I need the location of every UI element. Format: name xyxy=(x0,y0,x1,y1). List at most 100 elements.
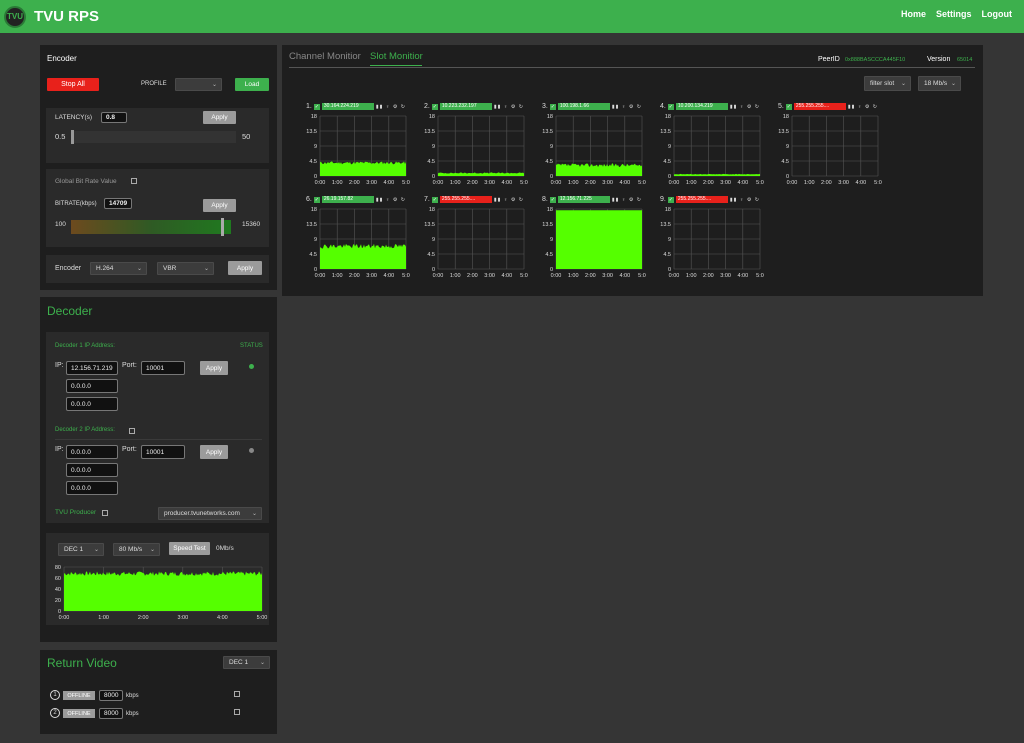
decoder2-label: Decoder 2 IP Address: xyxy=(55,427,115,433)
bitrate-apply-button[interactable]: Apply xyxy=(203,199,236,212)
speed-dec-select[interactable]: DEC 1 ⌄ xyxy=(58,543,104,556)
producer-select[interactable]: producer.tvunetworks.com ⌄ xyxy=(158,507,262,520)
return-dec-select[interactable]: DEC 1 ⌄ xyxy=(223,656,270,669)
slot-7: 7. ✓ 255.255.255.... ▮▮ ♀ ⚙ ↻ 18 13.5 9 4.5 0 0:0… xyxy=(424,195,528,285)
latency-slider-handle[interactable] xyxy=(71,130,74,144)
chevron-down-icon: ⌄ xyxy=(259,659,265,666)
y-tick-label: 9 xyxy=(314,237,317,243)
y-tick-label: 13.5 xyxy=(660,129,671,135)
slot-header: 3. ✓ 100.198.1.66 ▮▮ ♀ ⚙ ↻ xyxy=(542,102,642,111)
decoder2-checkbox[interactable] xyxy=(129,428,135,434)
slot-header: 9. ✓ 255.255.255.... ▮▮ ♀ ⚙ ↻ xyxy=(660,195,760,204)
speed-test-button[interactable]: Speed Test xyxy=(169,542,210,555)
slot-checkbox[interactable]: ✓ xyxy=(313,196,320,203)
global-bitrate-checkbox[interactable] xyxy=(131,178,137,184)
decoder1-ip-input-2[interactable]: 0.0.0.0 xyxy=(66,379,118,393)
return-row-2-checkbox[interactable] xyxy=(234,709,240,715)
x-tick-label: 4:00 xyxy=(619,180,630,186)
slot-checkbox[interactable]: ✓ xyxy=(431,103,438,110)
nav-logout[interactable]: Logout xyxy=(982,9,1013,19)
slot-tool-icons[interactable]: ▮▮ ♀ ⚙ ↻ xyxy=(376,197,406,203)
decoder2-ip-input-3[interactable]: 0.0.0.0 xyxy=(66,481,118,495)
slot-tool-icons[interactable]: ▮▮ ♀ ⚙ ↻ xyxy=(612,197,642,203)
monitor-panel: Channel Monitior Slot Monitior PeerID 0x… xyxy=(282,45,983,296)
bitrate-min: 100 xyxy=(55,221,66,228)
latency-apply-button[interactable]: Apply xyxy=(203,111,236,124)
slot-checkbox[interactable]: ✓ xyxy=(431,196,438,203)
top-bar: TVU TVU RPS Home Settings Logout xyxy=(0,0,1024,33)
latency-card: LATENCY(s) 0.8 Apply 0.5 50 xyxy=(46,108,269,163)
encoder-apply-button[interactable]: Apply xyxy=(228,261,262,275)
slot-checkbox[interactable]: ✓ xyxy=(549,196,556,203)
x-tick-label: 5:0 xyxy=(638,273,646,279)
slot-checkbox[interactable]: ✓ xyxy=(549,103,556,110)
decoder2-apply-button[interactable]: Apply xyxy=(200,445,228,459)
slot-tool-icons[interactable]: ▮▮ ♀ ⚙ ↻ xyxy=(730,104,760,110)
return-row-1-kbps-input[interactable]: 8000 xyxy=(99,690,123,701)
x-tick-label: 1:00 xyxy=(804,180,815,186)
x-tick-label: 2:00 xyxy=(585,180,596,186)
y-tick-label: 18 xyxy=(665,114,671,120)
tab-slot-monitor[interactable]: Slot Monitior xyxy=(370,51,423,62)
y-tick-label: 20 xyxy=(55,598,61,604)
tab-channel-monitor[interactable]: Channel Monitior xyxy=(289,51,361,62)
return-video-panel: Return Video DEC 1 ⌄ 1 OFFLINE 8000 kbps … xyxy=(40,650,277,734)
x-tick-label: 3:00 xyxy=(484,273,495,279)
x-tick-label: 5:0 xyxy=(756,180,764,186)
bitrate-input[interactable]: 14709 xyxy=(104,198,132,209)
x-tick-label: 5:0 xyxy=(638,180,646,186)
y-tick-label: 13.5 xyxy=(306,222,317,228)
bitrate-slider-track[interactable] xyxy=(71,218,231,236)
nav-home[interactable]: Home xyxy=(901,9,926,19)
rate-mode-select[interactable]: VBR ⌄ xyxy=(157,262,214,275)
slot-chart: 1813.594.500:00 1:00 2:00 3:00 4:00 5:0 xyxy=(306,207,410,279)
decoder2-ip-input-1[interactable]: 0.0.0.0 xyxy=(66,445,118,459)
speed-rate-select[interactable]: 80 Mb/s ⌄ xyxy=(113,543,160,556)
x-tick-label: 0:00 xyxy=(315,273,326,279)
slot-checkbox[interactable]: ✓ xyxy=(313,103,320,110)
slot-checkbox[interactable]: ✓ xyxy=(785,103,792,110)
load-button[interactable]: Load xyxy=(235,78,269,91)
x-tick-label: 2:00 xyxy=(703,180,714,186)
slot-tool-icons[interactable]: ▮▮ ♀ ⚙ ↻ xyxy=(494,104,524,110)
filter-slot-select[interactable]: filter slot ⌄ xyxy=(864,76,911,91)
slot-tool-icons[interactable]: ▮▮ ♀ ⚙ ↻ xyxy=(848,104,878,110)
slot-tool-icons[interactable]: ▮▮ ♀ ⚙ ↻ xyxy=(494,197,524,203)
return-row-1-checkbox[interactable] xyxy=(234,691,240,697)
profile-select[interactable]: ⌄ xyxy=(175,78,222,91)
decoder1-apply-button[interactable]: Apply xyxy=(200,361,228,375)
slot-tool-icons[interactable]: ▮▮ ♀ ⚙ ↻ xyxy=(376,104,406,110)
decoder1-ip-input-1[interactable]: 12.156.71.219 xyxy=(66,361,118,375)
tvu-producer-checkbox[interactable] xyxy=(102,510,108,516)
x-tick-label: 2:00 xyxy=(349,273,360,279)
decoder1-port-input[interactable]: 10001 xyxy=(141,361,185,375)
chevron-down-icon: ⌄ xyxy=(950,80,956,87)
x-tick-label: 0:00 xyxy=(551,180,562,186)
chevron-down-icon: ⌄ xyxy=(900,80,906,87)
bitrate-slider-handle[interactable] xyxy=(221,218,225,236)
data-area xyxy=(674,173,760,176)
slot-header: 1. ✓ 30.164.224.219 ▮▮ ♀ ⚙ ↻ xyxy=(306,102,406,111)
stop-all-button[interactable]: Stop All xyxy=(47,78,99,91)
x-tick-label: 1:00 xyxy=(98,615,109,621)
y-tick-label: 9 xyxy=(432,144,435,150)
y-tick-label: 9 xyxy=(550,237,553,243)
slot-tool-icons[interactable]: ▮▮ ♀ ⚙ ↻ xyxy=(612,104,642,110)
y-tick-label: 9 xyxy=(550,144,553,150)
decoder2-ip-input-2[interactable]: 0.0.0.0 xyxy=(66,463,118,477)
x-tick-label: 5:0 xyxy=(874,180,882,186)
slot-number: 8. xyxy=(542,196,548,203)
codec-select[interactable]: H.264 ⌄ xyxy=(90,262,147,275)
latency-input[interactable]: 0.8 xyxy=(101,112,127,123)
nav-settings[interactable]: Settings xyxy=(936,9,972,19)
slot-checkbox[interactable]: ✓ xyxy=(667,196,674,203)
latency-slider-track[interactable] xyxy=(71,130,236,144)
x-tick-label: 0:00 xyxy=(669,273,680,279)
slot-tool-icons[interactable]: ▮▮ ♀ ⚙ ↻ xyxy=(730,197,760,203)
monitor-rate-select[interactable]: 18 Mb/s ⌄ xyxy=(918,76,961,91)
y-tick-label: 40 xyxy=(55,587,61,593)
return-row-2-kbps-input[interactable]: 8000 xyxy=(99,708,123,719)
decoder2-port-input[interactable]: 10001 xyxy=(141,445,185,459)
slot-checkbox[interactable]: ✓ xyxy=(667,103,674,110)
decoder1-ip-input-3[interactable]: 0.0.0.0 xyxy=(66,397,118,411)
